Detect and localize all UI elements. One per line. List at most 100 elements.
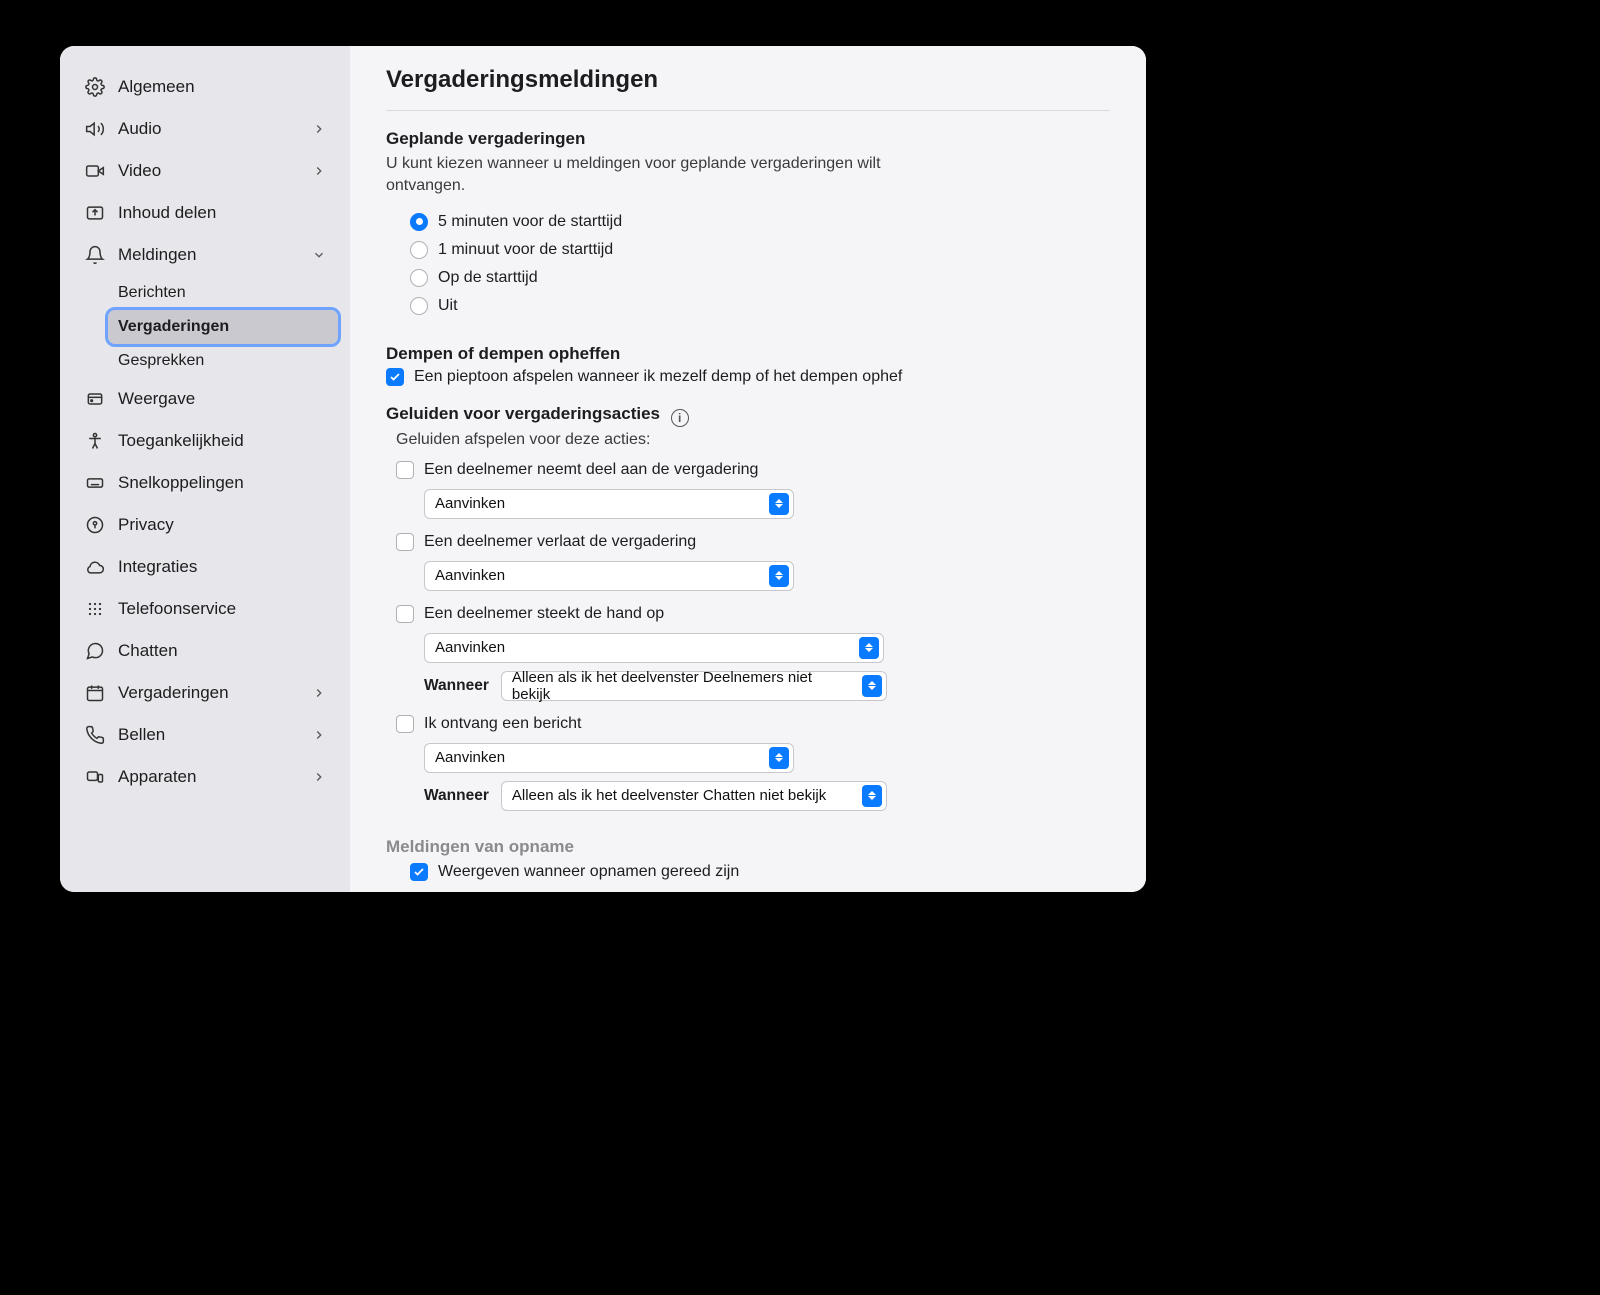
- section-sounds-subtitle: Geluiden afspelen voor deze acties:: [396, 431, 1110, 449]
- page-title: Vergaderingsmeldingen: [386, 66, 1110, 111]
- bell-icon: [84, 244, 106, 266]
- select-value: Aanvinken: [435, 495, 505, 512]
- chevron-down-icon: [312, 248, 326, 262]
- radio-option-1min[interactable]: 1 minuut voor de starttijd: [410, 236, 1110, 264]
- sound-msg-checkbox-row[interactable]: Ik ontvang een bericht: [396, 715, 1110, 733]
- checkbox-label: Ik ontvang een bericht: [424, 715, 581, 733]
- select-value: Aanvinken: [435, 749, 505, 766]
- checkbox-icon: [396, 715, 414, 733]
- chevron-right-icon: [312, 122, 326, 136]
- radio-icon: [410, 241, 428, 259]
- select-value: Alleen als ik het deelvenster Chatten ni…: [512, 787, 826, 804]
- checkbox-label: Weergeven wanneer opnamen gereed zijn: [438, 863, 739, 881]
- sound-raise-block: Een deelnemer steekt de hand op Aanvinke…: [396, 605, 1110, 701]
- sound-msg-when-row: Wanneer Alleen als ik het deelvenster Ch…: [424, 781, 1110, 811]
- radio-icon: [410, 269, 428, 287]
- sidebar-item-inhoud-delen[interactable]: Inhoud delen: [72, 192, 338, 234]
- sidebar-item-label: Integraties: [118, 557, 197, 577]
- settings-window: Algemeen Audio Video Inhoud delen: [60, 46, 1146, 892]
- sidebar-item-label: Chatten: [118, 641, 178, 661]
- sidebar-sub-berichten[interactable]: Berichten: [108, 276, 338, 310]
- select-stepper-icon: [862, 785, 882, 807]
- keyboard-icon: [84, 472, 106, 494]
- select-value: Alleen als ik het deelvenster Deelnemers…: [512, 669, 854, 703]
- main-panel: Vergaderingsmeldingen Geplande vergaderi…: [350, 46, 1146, 892]
- sound-join-checkbox-row[interactable]: Een deelnemer neemt deel aan de vergader…: [396, 461, 1110, 479]
- when-label: Wanneer: [424, 677, 489, 695]
- radio-option-off[interactable]: Uit: [410, 292, 1110, 320]
- sound-raise-when-select[interactable]: Alleen als ik het deelvenster Deelnemers…: [501, 671, 887, 701]
- sound-leave-select[interactable]: Aanvinken: [424, 561, 794, 591]
- sound-msg-select[interactable]: Aanvinken: [424, 743, 794, 773]
- sound-msg-when-select[interactable]: Alleen als ik het deelvenster Chatten ni…: [501, 781, 887, 811]
- section-recording-title: Meldingen van opname: [386, 837, 1110, 857]
- radio-icon: [410, 297, 428, 315]
- sidebar-sub-vergaderingen[interactable]: Vergaderingen: [108, 310, 338, 344]
- mute-checkbox-row[interactable]: Een pieptoon afspelen wanneer ik mezelf …: [386, 368, 1110, 386]
- sound-leave-checkbox-row[interactable]: Een deelnemer verlaat de vergadering: [396, 533, 1110, 551]
- speaker-icon: [84, 118, 106, 140]
- checkbox-label: Een deelnemer verlaat de vergadering: [424, 533, 696, 551]
- sidebar-item-apparaten[interactable]: Apparaten: [72, 756, 338, 798]
- radio-label: 5 minuten voor de starttijd: [438, 213, 622, 231]
- dialpad-icon: [84, 598, 106, 620]
- checkbox-icon: [410, 863, 428, 881]
- info-icon[interactable]: i: [671, 409, 689, 427]
- privacy-icon: [84, 514, 106, 536]
- sidebar-item-label: Privacy: [118, 515, 174, 535]
- cloud-icon: [84, 556, 106, 578]
- sidebar-item-label: Meldingen: [118, 245, 196, 265]
- checkbox-icon: [396, 461, 414, 479]
- chevron-right-icon: [312, 164, 326, 178]
- sound-leave-block: Een deelnemer verlaat de vergadering Aan…: [396, 533, 1110, 591]
- sidebar-item-label: Snelkoppelingen: [118, 473, 244, 493]
- section-scheduled-desc: U kunt kiezen wanneer u meldingen voor g…: [386, 153, 906, 198]
- sidebar-sub-gesprekken[interactable]: Gesprekken: [108, 344, 338, 378]
- sidebar-item-label: Bellen: [118, 725, 165, 745]
- section-sounds-title-text: Geluiden voor vergaderingsacties: [386, 404, 660, 423]
- checkbox-label: Een pieptoon afspelen wanneer ik mezelf …: [414, 368, 902, 386]
- sidebar-item-algemeen[interactable]: Algemeen: [72, 66, 338, 108]
- checkbox-icon: [386, 368, 404, 386]
- sidebar-item-video[interactable]: Video: [72, 150, 338, 192]
- radio-label: Op de starttijd: [438, 269, 538, 287]
- sidebar-item-chatten[interactable]: Chatten: [72, 630, 338, 672]
- checkbox-label: Een deelnemer neemt deel aan de vergader…: [424, 461, 758, 479]
- sidebar-item-telefoonservice[interactable]: Telefoonservice: [72, 588, 338, 630]
- sidebar-sub-label: Vergaderingen: [118, 318, 229, 336]
- select-stepper-icon: [859, 637, 879, 659]
- checkbox-label: Een deelnemer steekt de hand op: [424, 605, 664, 623]
- sidebar-item-vergaderingen[interactable]: Vergaderingen: [72, 672, 338, 714]
- recording-checkbox-row[interactable]: Weergeven wanneer opnamen gereed zijn: [410, 863, 1110, 881]
- section-mute-title: Dempen of dempen opheffen: [386, 344, 1110, 364]
- when-label: Wanneer: [424, 787, 489, 805]
- sidebar-item-toegankelijkheid[interactable]: Toegankelijkheid: [72, 420, 338, 462]
- sidebar-item-weergave[interactable]: Weergave: [72, 378, 338, 420]
- sidebar-item-privacy[interactable]: Privacy: [72, 504, 338, 546]
- radio-label: Uit: [438, 297, 458, 315]
- sound-raise-when-row: Wanneer Alleen als ik het deelvenster De…: [424, 671, 1110, 701]
- calendar-icon: [84, 682, 106, 704]
- sidebar-item-label: Inhoud delen: [118, 203, 216, 223]
- sound-join-select[interactable]: Aanvinken: [424, 489, 794, 519]
- sidebar-item-label: Vergaderingen: [118, 683, 229, 703]
- sound-raise-select[interactable]: Aanvinken: [424, 633, 884, 663]
- sidebar-item-snelkoppelingen[interactable]: Snelkoppelingen: [72, 462, 338, 504]
- sound-msg-block: Ik ontvang een bericht Aanvinken Wanneer…: [396, 715, 1110, 811]
- radio-option-at-start[interactable]: Op de starttijd: [410, 264, 1110, 292]
- sidebar-item-integraties[interactable]: Integraties: [72, 546, 338, 588]
- sidebar-sub-label: Gesprekken: [118, 352, 204, 370]
- accessibility-icon: [84, 430, 106, 452]
- sidebar-sub-label: Berichten: [118, 284, 186, 302]
- radio-option-5min[interactable]: 5 minuten voor de starttijd: [410, 208, 1110, 236]
- sidebar-item-audio[interactable]: Audio: [72, 108, 338, 150]
- sidebar-item-label: Audio: [118, 119, 161, 139]
- phone-icon: [84, 724, 106, 746]
- chevron-right-icon: [312, 770, 326, 784]
- sidebar-item-label: Apparaten: [118, 767, 196, 787]
- section-sounds-title: Geluiden voor vergaderingsacties i: [386, 404, 1110, 427]
- sidebar-item-bellen[interactable]: Bellen: [72, 714, 338, 756]
- chevron-right-icon: [312, 686, 326, 700]
- sidebar-item-meldingen[interactable]: Meldingen: [72, 234, 338, 276]
- sound-raise-checkbox-row[interactable]: Een deelnemer steekt de hand op: [396, 605, 1110, 623]
